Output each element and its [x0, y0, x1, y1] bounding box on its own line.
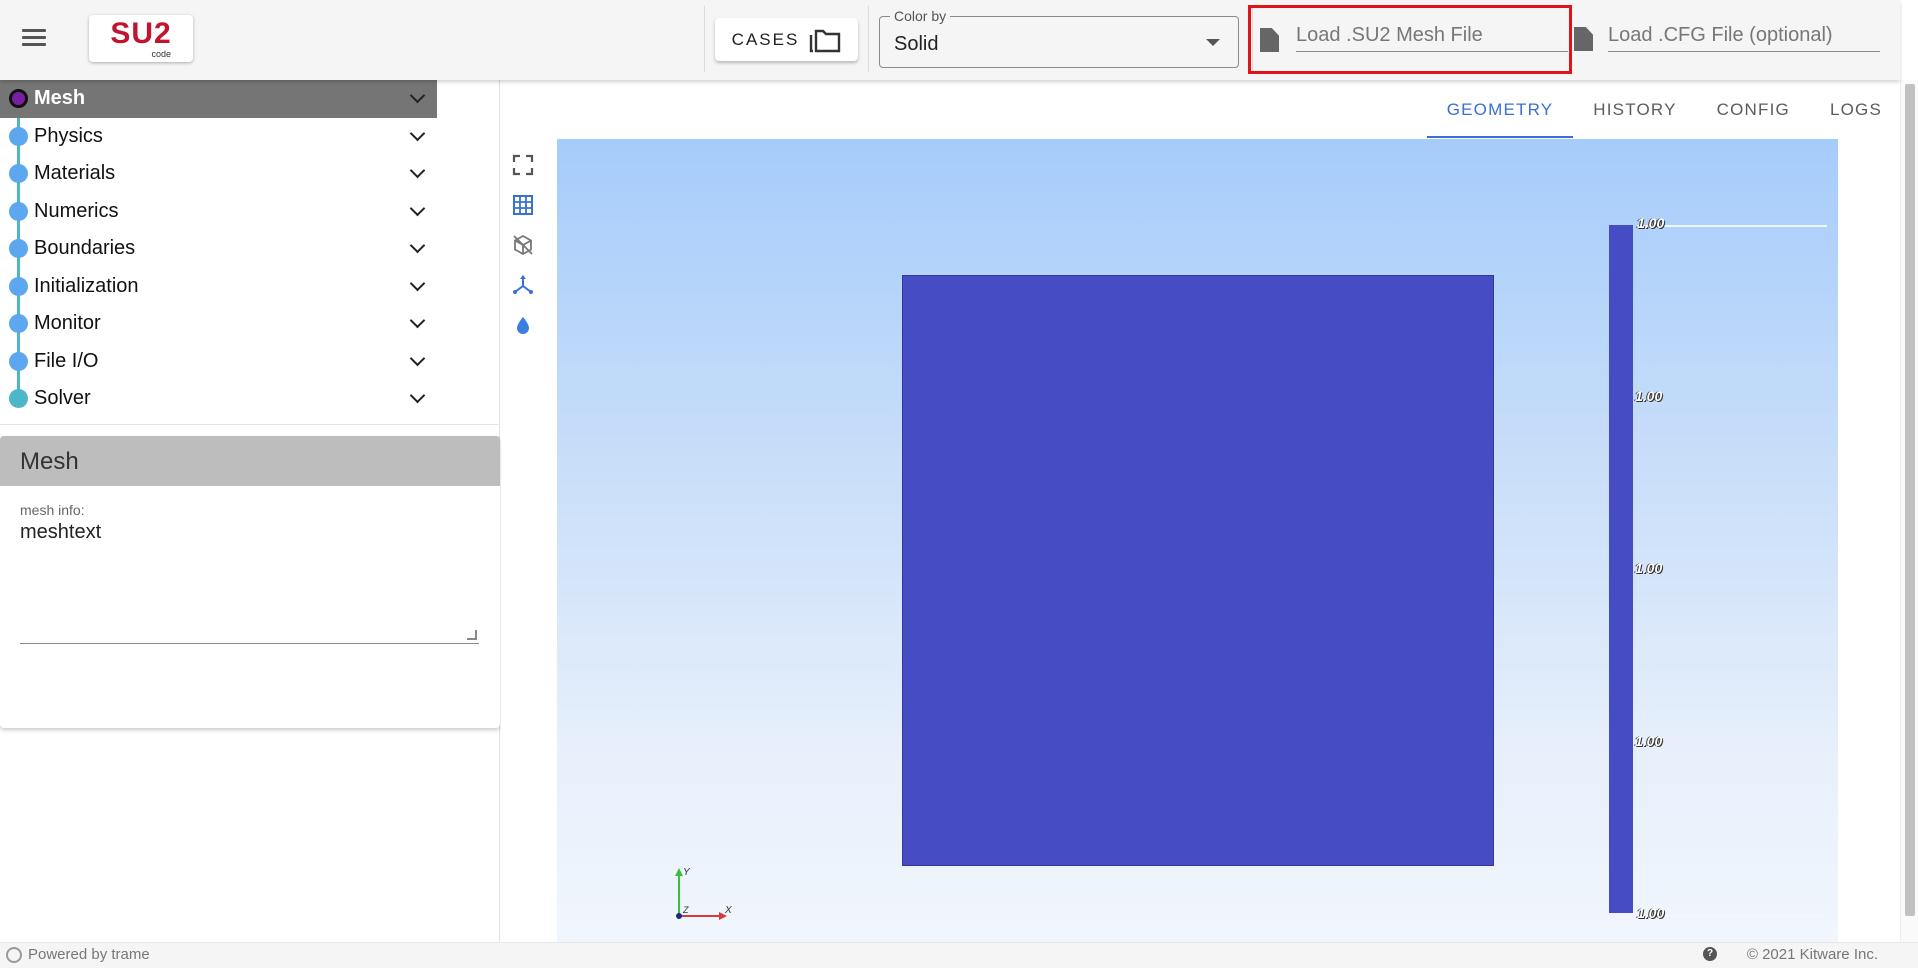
view-tabs: GEOMETRY HISTORY CONFIG LOGS: [1426, 80, 1900, 138]
step-label: Numerics: [34, 199, 119, 222]
color-by-select[interactable]: Color by Solid: [879, 8, 1239, 68]
toolbar-divider: [704, 6, 705, 72]
scrollbar-thumb[interactable]: [1905, 84, 1915, 916]
color-by-label: Color by: [890, 8, 951, 24]
powered-by-trame[interactable]: Powered by trame: [6, 946, 150, 963]
step-numerics[interactable]: Numerics: [0, 193, 437, 231]
step-dot: [9, 389, 28, 409]
dropdown-arrow-icon: [1206, 39, 1220, 46]
chevron-down-icon: [409, 200, 426, 217]
cube-outline-icon[interactable]: [508, 225, 538, 265]
axes-icon[interactable]: [508, 265, 538, 305]
hamburger-menu-icon[interactable]: [18, 25, 50, 53]
footer: Powered by trame ? © 2021 Kitware Inc.: [0, 942, 1918, 968]
step-monitor[interactable]: Monitor: [0, 305, 437, 343]
step-dot: [9, 164, 28, 184]
step-dot: [9, 126, 28, 146]
tab-logs[interactable]: LOGS: [1810, 80, 1900, 138]
chevron-down-icon: [409, 387, 426, 404]
divider: [0, 424, 500, 425]
fullscreen-icon[interactable]: [508, 145, 538, 185]
cases-button[interactable]: CASES: [715, 18, 858, 61]
chevron-down-icon: [409, 275, 426, 292]
water-drop-icon[interactable]: [508, 305, 538, 345]
step-solver[interactable]: Solver: [0, 380, 437, 418]
mesh-file-input[interactable]: Load .SU2 Mesh File: [1296, 16, 1568, 52]
step-dot: [9, 276, 28, 296]
colorbar-tick-label: 1.00: [1637, 905, 1665, 921]
colorbar-tick-label: 1.00: [1635, 560, 1663, 576]
chevron-down-icon: [409, 125, 426, 142]
colorbar-tick-label: 1.00: [1635, 733, 1663, 749]
step-mesh[interactable]: Mesh: [0, 80, 437, 118]
toolbar-divider: [868, 6, 869, 72]
tab-history[interactable]: HISTORY: [1573, 80, 1696, 138]
folder-multiple-icon: [810, 29, 841, 52]
step-dot: [9, 89, 28, 109]
file-icon[interactable]: [1260, 28, 1279, 52]
step-materials[interactable]: Materials: [0, 155, 437, 193]
3d-viewport[interactable]: 1.00 1.00 1.00 1.00 1.00 Y X Z: [557, 139, 1838, 942]
step-boundaries[interactable]: Boundaries: [0, 230, 437, 268]
chevron-down-icon: [409, 350, 426, 367]
resize-handle-icon[interactable]: [467, 630, 477, 640]
step-file-io[interactable]: File I/O: [0, 343, 437, 381]
colorbar-bottom-line: [1637, 915, 1827, 916]
mesh-panel: Mesh mesh info: meshtext: [0, 436, 500, 728]
panel-title: Mesh: [0, 436, 500, 486]
trame-status-icon: [6, 946, 22, 963]
logo-subtext: code: [151, 49, 171, 59]
step-label: Physics: [34, 124, 103, 147]
axis-z-label: Z: [682, 905, 689, 915]
step-label: Boundaries: [34, 237, 136, 260]
step-label: Materials: [34, 162, 116, 185]
grid-icon[interactable]: [508, 185, 538, 225]
mesh-info-value: meshtext: [20, 521, 102, 543]
colorbar-tick-label: 1.00: [1635, 388, 1663, 404]
step-physics[interactable]: Physics: [0, 118, 437, 156]
color-by-value: Solid: [894, 33, 939, 55]
cases-button-label: CASES: [731, 29, 800, 49]
powered-by-label: Powered by trame: [28, 946, 150, 963]
tab-geometry[interactable]: GEOMETRY: [1426, 80, 1574, 138]
file-icon[interactable]: [1574, 27, 1593, 51]
colorbar-tick-label: 1.00: [1637, 215, 1665, 231]
sidebar: Mesh Physics Materials Numerics Boundari…: [0, 80, 500, 942]
toolbar-divider: [1252, 6, 1253, 72]
main-area: GEOMETRY HISTORY CONFIG LOGS 1.00 1.00 1…: [501, 80, 1900, 942]
page-scrollbar[interactable]: [1900, 80, 1918, 942]
axis-y-label: Y: [683, 867, 691, 878]
cfg-file-input[interactable]: Load .CFG File (optional): [1608, 16, 1880, 52]
chevron-down-icon: [409, 237, 426, 254]
settings-stepper: Mesh Physics Materials Numerics Boundari…: [0, 80, 437, 418]
step-label: Mesh: [34, 87, 86, 110]
step-label: Solver: [34, 387, 91, 410]
step-label: Monitor: [34, 312, 101, 335]
orientation-axes-icon: Y X Z: [675, 867, 732, 920]
step-dot: [9, 239, 28, 259]
tab-config[interactable]: CONFIG: [1697, 80, 1810, 138]
step-dot: [9, 201, 28, 221]
mesh-info-textarea[interactable]: mesh info: meshtext: [20, 502, 479, 644]
copyright-text: © 2021 Kitware Inc.: [1746, 946, 1878, 963]
step-label: File I/O: [34, 349, 99, 372]
chevron-down-icon: [409, 312, 426, 329]
mesh-geometry: [902, 275, 1494, 866]
colorbar-top-line: [1637, 225, 1827, 227]
step-dot: [9, 314, 28, 334]
logo-text: SU2: [110, 17, 172, 50]
step-label: Initialization: [34, 274, 139, 297]
mesh-info-label: mesh info:: [20, 502, 85, 518]
color-legend-bar: [1609, 225, 1633, 913]
su2-logo[interactable]: SU2 code: [89, 15, 193, 62]
axis-x-label: X: [724, 905, 732, 916]
view-toolbar: [508, 145, 538, 345]
chevron-down-icon: [409, 87, 426, 104]
step-initialization[interactable]: Initialization: [0, 268, 437, 306]
step-dot: [9, 351, 28, 371]
chevron-down-icon: [409, 162, 426, 179]
help-icon[interactable]: ?: [1703, 947, 1717, 961]
app-bar: SU2 code CASES Color by Solid Load .SU2 …: [0, 0, 1900, 80]
